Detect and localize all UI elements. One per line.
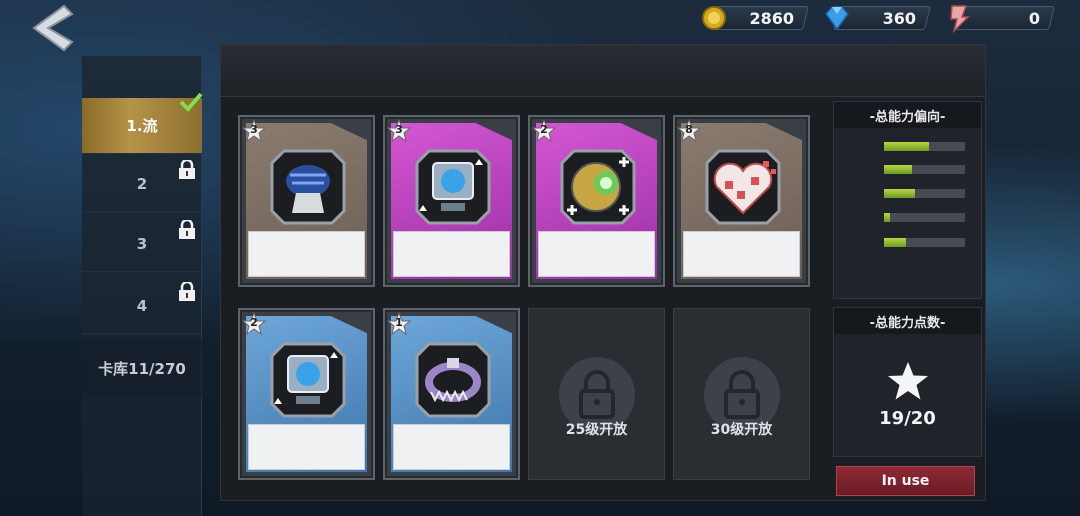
deck-tab-column: 1.流 2 3 4 卡库11/270 (82, 56, 203, 516)
tab-deck-4[interactable]: 4 (82, 278, 202, 334)
top-bar: 2860 360 0 (0, 0, 1080, 52)
ability-tendency-panel: -总能力偏向- (833, 101, 982, 299)
ability-bar (884, 165, 965, 174)
spiked-collar-icon (415, 342, 491, 418)
blue-glove-icon (270, 149, 346, 225)
panel-header (221, 45, 985, 97)
in-use-button[interactable]: In use (836, 466, 975, 496)
tab-label: 4 (136, 296, 148, 315)
card-slot-1[interactable]: 3 (238, 115, 375, 287)
ability-bar (884, 142, 965, 151)
ability-bar (884, 238, 965, 247)
badge-value: 0 (1028, 9, 1040, 28)
star-count: 3 (395, 123, 403, 136)
badge-icon (950, 5, 970, 33)
star-count: 2 (250, 316, 258, 329)
unlock-level-label: 25级开放 (565, 422, 628, 438)
lock-icon (179, 220, 195, 239)
monitor-upgrade-icon (415, 149, 491, 225)
lock-icon (179, 160, 195, 179)
card-info-box (683, 231, 800, 277)
locked-card-slot-1: 25级开放 (528, 308, 665, 480)
tab-label: 1.流 (126, 117, 158, 135)
tab-label: 2 (136, 174, 148, 193)
ability-tendency-title: -总能力偏向- (834, 102, 981, 128)
star-count: 2 (540, 123, 548, 136)
card-info-box (248, 231, 365, 277)
gold-counter: 2860 (700, 4, 809, 31)
card-info-box (248, 424, 365, 470)
gold-coin-icon (702, 6, 726, 30)
locked-card-slot-2: 30级开放 (673, 308, 810, 480)
ability-bar (884, 189, 965, 198)
chevron-left-icon (32, 4, 74, 52)
orb-plus-icon (560, 149, 636, 225)
card-slot-5[interactable]: 2 (238, 308, 375, 480)
diamond-value: 360 (882, 9, 916, 28)
star-count: 1 (395, 316, 403, 329)
tab-deck-2[interactable]: 2 (82, 156, 202, 212)
star-count: 8 (685, 123, 693, 136)
ability-points-value: 19/20 (879, 408, 936, 429)
star-count: 3 (250, 123, 258, 136)
ability-bar (884, 213, 965, 222)
star-icon (888, 362, 928, 400)
pixel-heart-icon (705, 149, 781, 225)
card-slot-3[interactable]: 2 (528, 115, 665, 287)
tab-deck-3[interactable]: 3 (82, 216, 202, 272)
lock-icon (179, 282, 195, 301)
tab-deck-1[interactable]: 1.流 (82, 92, 203, 154)
card-info-box (393, 424, 510, 470)
card-slot-4[interactable]: 8 (673, 115, 810, 287)
gold-value: 2860 (749, 9, 794, 28)
card-info-box (538, 231, 655, 277)
tab-label: 3 (136, 234, 148, 253)
ability-points-panel: -总能力点数- 19/20 (833, 307, 982, 457)
back-button[interactable] (24, 2, 78, 54)
diamond-icon (825, 6, 849, 31)
ability-points-title: -总能力点数- (834, 308, 981, 334)
unlock-level-label: 30级开放 (710, 422, 773, 438)
card-library-button[interactable]: 卡库11/270 (82, 338, 202, 398)
monitor-upgrade-icon (270, 342, 346, 418)
checkmark-icon (179, 92, 203, 112)
card-slot-2[interactable]: 3 (383, 115, 520, 287)
badge-counter: 0 (944, 4, 1055, 33)
card-info-box (393, 231, 510, 277)
diamond-counter: 360 (822, 4, 931, 31)
card-slot-6[interactable]: 1 (383, 308, 520, 480)
